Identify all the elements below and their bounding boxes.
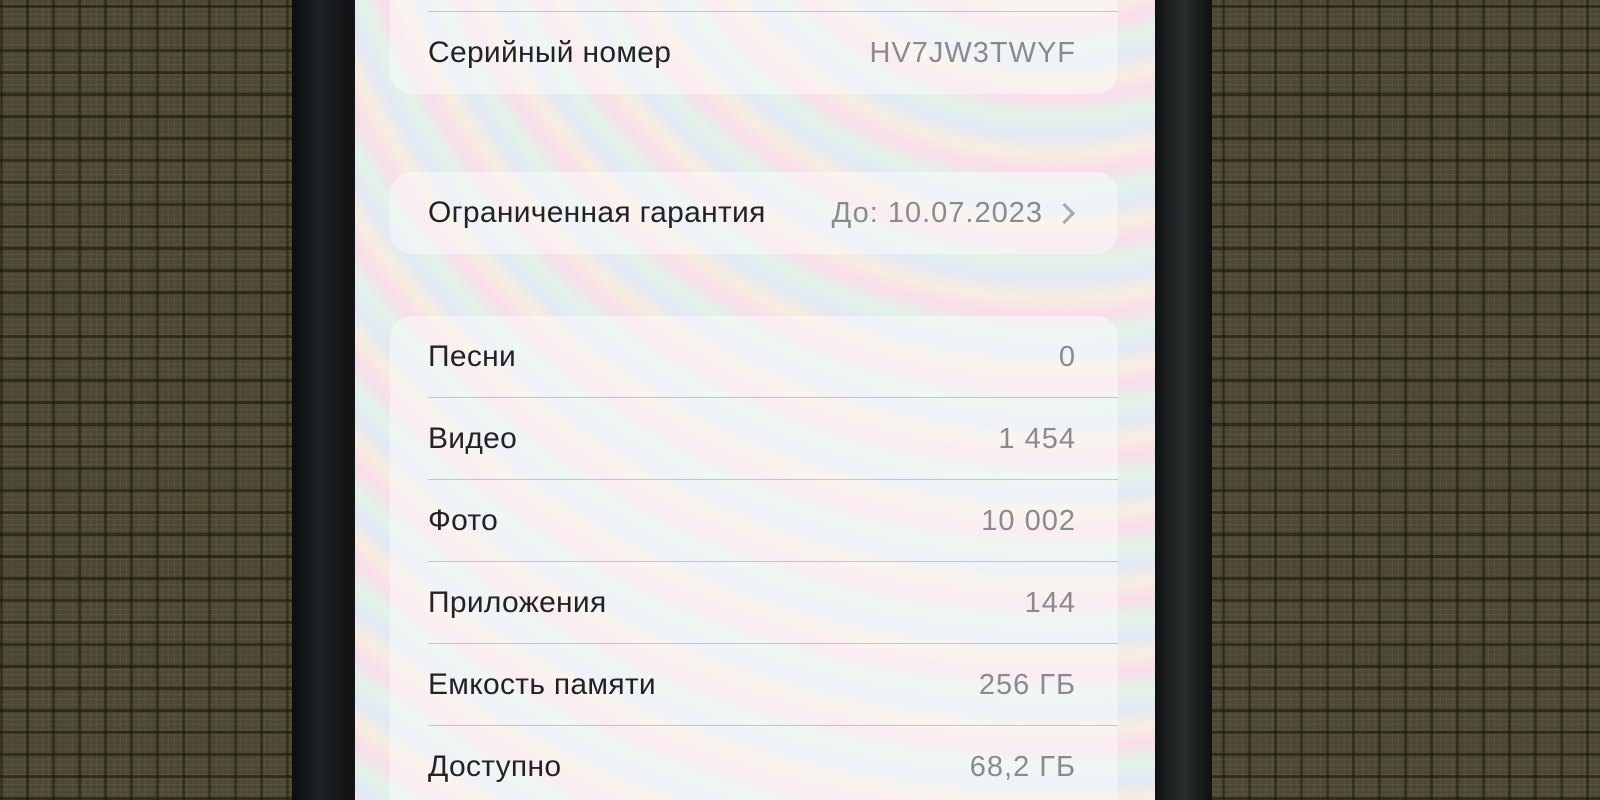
warranty-row[interactable]: Ограниченная гарантия До: 10.07.2023 (390, 172, 1118, 254)
photos-label: Фото (428, 504, 499, 537)
videos-row: Видео 1 454 (390, 398, 1118, 480)
available-row: Доступно 68,2 ГБ (390, 726, 1118, 800)
capacity-row: Емкость памяти 256 ГБ (390, 644, 1118, 726)
photos-row: Фото 10 002 (390, 480, 1118, 562)
chevron-right-icon (1053, 202, 1076, 224)
warranty-group: Ограниченная гарантия До: 10.07.2023 (390, 172, 1118, 254)
warranty-label: Ограниченная гарантия (428, 196, 766, 229)
applications-row: Приложения 144 (390, 562, 1118, 644)
capacity-label: Емкость памяти (428, 668, 656, 701)
available-label: Доступно (428, 750, 562, 783)
photos-value: 10 002 (981, 504, 1076, 537)
videos-value: 1 454 (998, 422, 1076, 455)
device-info-top-row (390, 0, 1118, 12)
settings-screen: Серийный номер HV7JW3TWYF Ограниченная г… (355, 0, 1155, 800)
videos-label: Видео (428, 422, 518, 455)
serial-number-label: Серийный номер (428, 36, 672, 69)
available-value: 68,2 ГБ (969, 750, 1076, 783)
capacity-value: 256 ГБ (978, 668, 1076, 701)
songs-row: Песни 0 (390, 316, 1118, 398)
songs-value: 0 (1058, 340, 1076, 373)
media-stats-group: Песни 0 Видео 1 454 Фото 10 002 Приложен… (390, 316, 1118, 800)
songs-label: Песни (428, 340, 517, 373)
applications-label: Приложения (428, 586, 607, 619)
warranty-value: До: 10.07.2023 (831, 196, 1043, 229)
warranty-value-wrap: До: 10.07.2023 (832, 197, 1076, 230)
serial-number-value: HV7JW3TWYF (869, 36, 1076, 69)
device-info-group: Серийный номер HV7JW3TWYF (390, 0, 1118, 94)
serial-number-row: Серийный номер HV7JW3TWYF (390, 12, 1118, 94)
applications-value: 144 (1024, 586, 1076, 619)
